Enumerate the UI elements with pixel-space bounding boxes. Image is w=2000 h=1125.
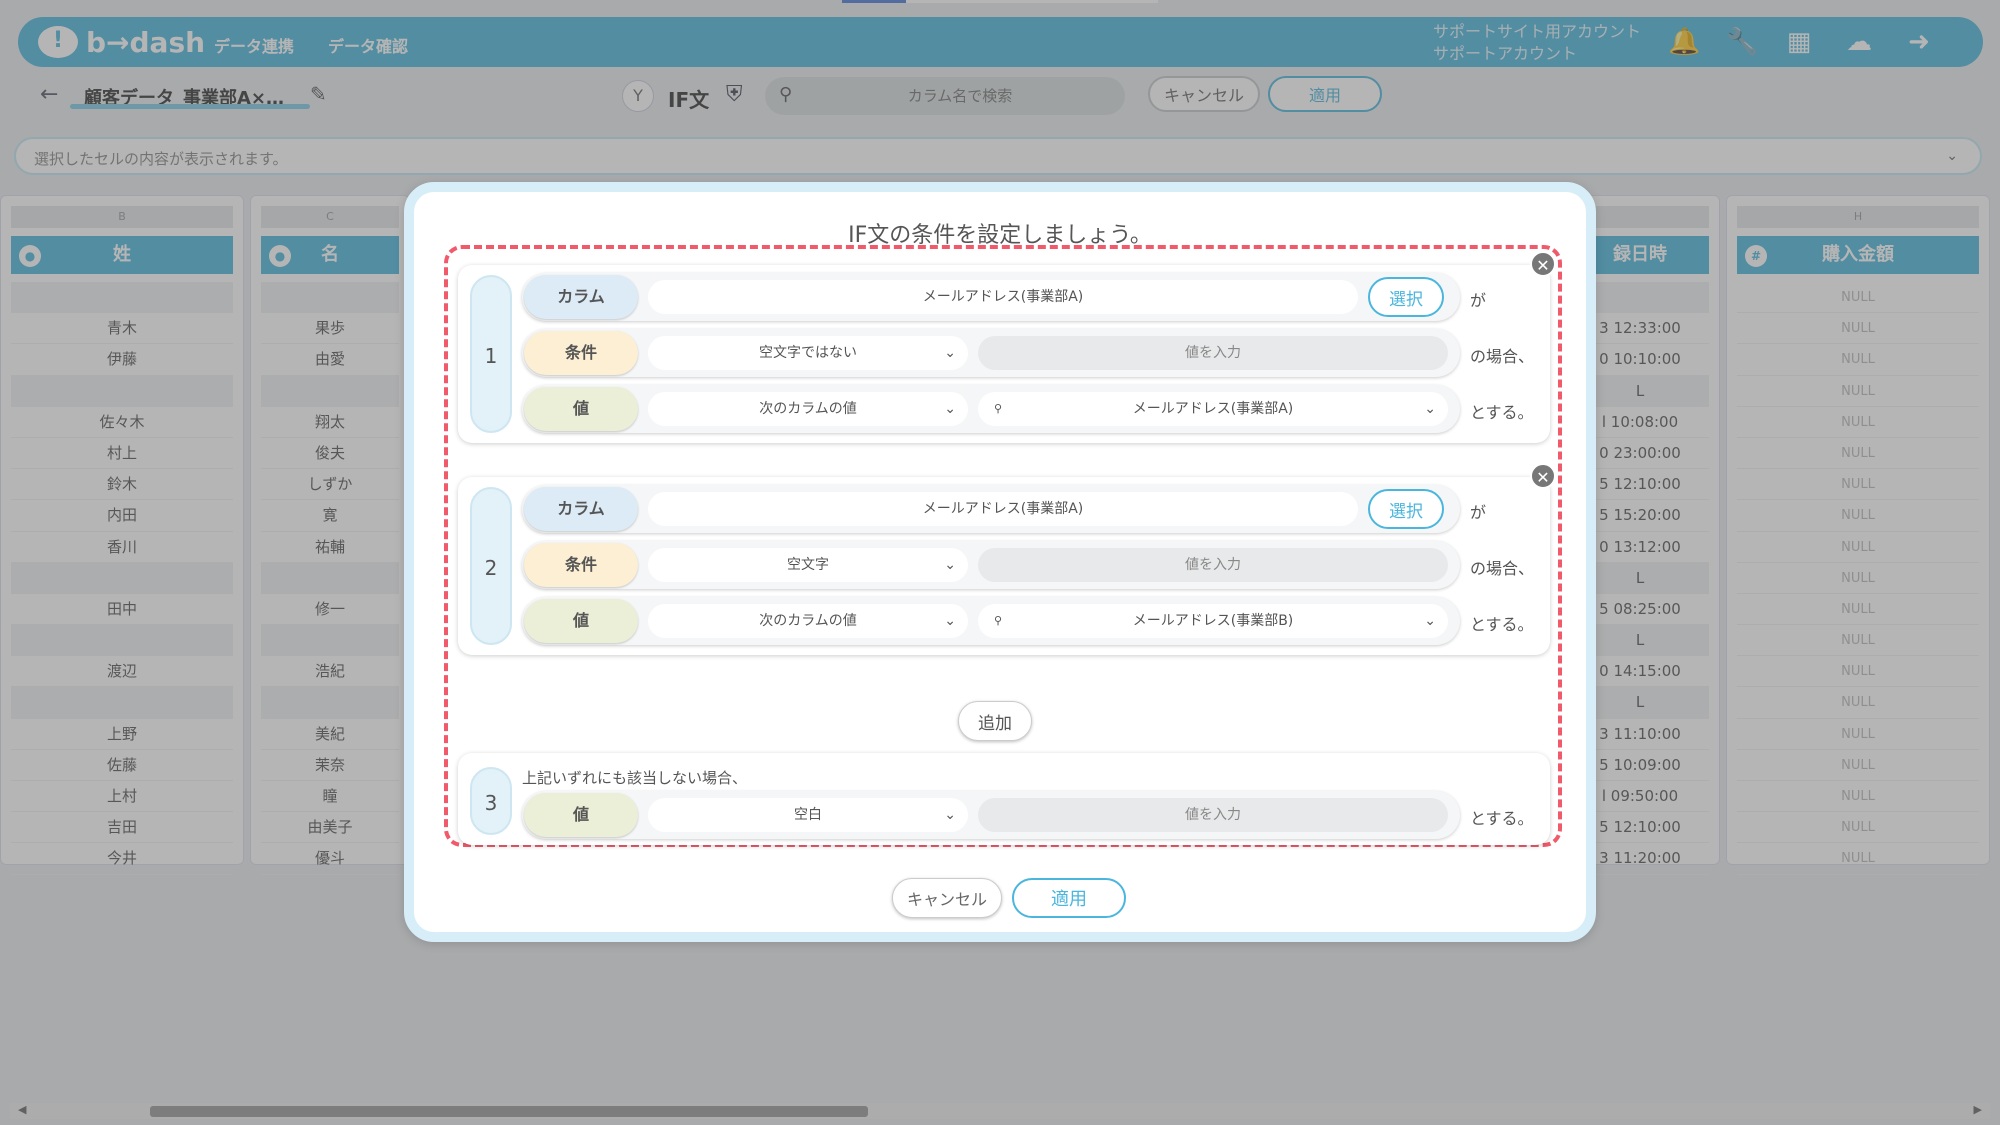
value-input[interactable]: 値を入力 — [978, 336, 1448, 370]
value-label: 値 — [524, 599, 638, 643]
condition-label: 条件 — [524, 331, 638, 375]
condition-row: 条件 空文字 ⌄ 値を入力 — [522, 541, 1460, 589]
suffix-suru: とする。 — [1470, 615, 1534, 634]
else-value-type-select[interactable]: 空白 ⌄ — [648, 798, 968, 832]
else-value-row: 値 空白 ⌄ 値を入力 — [522, 791, 1460, 839]
chevron-down-icon: ⌄ — [944, 807, 956, 823]
value-input[interactable]: 値を入力 — [978, 548, 1448, 582]
else-text: 上記いずれにも該当しない場合、 — [522, 769, 748, 787]
column-row: カラム メールアドレス(事業部A) 選択 — [522, 273, 1460, 321]
chevron-down-icon: ⌄ — [1424, 401, 1436, 417]
if-condition-dialog: IF文の条件を設定しましょう。 ✕ 1 カラム メールアドレス(事業部A) 選択… — [404, 182, 1596, 942]
value-row: 値 次のカラムの値 ⌄ ⚲ メールアドレス(事業部B) ⌄ — [522, 597, 1460, 645]
suffix-suru: とする。 — [1470, 403, 1534, 422]
value-type-select-value: 次のカラムの値 — [759, 613, 857, 629]
conditions-area: ✕ 1 カラム メールアドレス(事業部A) 選択 が 条件 空文字ではない ⌄ 値… — [444, 245, 1562, 847]
condition-row: 条件 空文字ではない ⌄ 値を入力 — [522, 329, 1460, 377]
condition-select-value: 空文字ではない — [759, 345, 857, 361]
else-block: 3 上記いずれにも該当しない場合、 値 空白 ⌄ 値を入力 とする。 — [458, 753, 1550, 845]
condition-number: 1 — [470, 275, 512, 433]
close-icon[interactable]: ✕ — [1530, 463, 1556, 489]
dialog-cancel-button[interactable]: キャンセル — [892, 878, 1002, 918]
close-icon[interactable]: ✕ — [1530, 251, 1556, 277]
add-condition-button[interactable]: 追加 — [958, 701, 1032, 741]
column-row: カラム メールアドレス(事業部A) 選択 — [522, 485, 1460, 533]
chevron-down-icon: ⌄ — [944, 557, 956, 573]
suffix-suru: とする。 — [1470, 809, 1534, 828]
select-column-button[interactable]: 選択 — [1368, 489, 1444, 529]
condition-select-value: 空文字 — [787, 557, 829, 573]
chevron-down-icon: ⌄ — [944, 613, 956, 629]
suffix-case: の場合、 — [1470, 559, 1535, 578]
search-icon: ⚲ — [994, 614, 1003, 627]
suffix-ga: が — [1470, 503, 1487, 522]
condition-number: 3 — [470, 767, 512, 835]
value-type-select[interactable]: 次のカラムの値 ⌄ — [648, 392, 968, 426]
chevron-down-icon: ⌄ — [944, 345, 956, 361]
value-row: 値 次のカラムの値 ⌄ ⚲ メールアドレス(事業部A) ⌄ — [522, 385, 1460, 433]
value-label: 値 — [524, 387, 638, 431]
condition-label: 条件 — [524, 543, 638, 587]
value-type-select-value: 次のカラムの値 — [759, 401, 857, 417]
condition-select[interactable]: 空文字 ⌄ — [648, 548, 968, 582]
condition-block-2: ✕ 2 カラム メールアドレス(事業部A) 選択 が 条件 空文字 ⌄ 値を入力 … — [458, 463, 1556, 655]
value-column-select-value: メールアドレス(事業部A) — [1132, 401, 1294, 417]
condition-block-1: ✕ 1 カラム メールアドレス(事業部A) 選択 が 条件 空文字ではない ⌄ 値… — [458, 251, 1556, 443]
search-icon: ⚲ — [994, 402, 1003, 415]
dialog-apply-button[interactable]: 適用 — [1012, 878, 1126, 918]
column-field[interactable]: メールアドレス(事業部A) — [648, 280, 1358, 314]
condition-select[interactable]: 空文字ではない ⌄ — [648, 336, 968, 370]
suffix-ga: が — [1470, 291, 1487, 310]
column-label: カラム — [524, 487, 638, 531]
else-value-input[interactable]: 値を入力 — [978, 798, 1448, 832]
chevron-down-icon: ⌄ — [944, 401, 956, 417]
column-label: カラム — [524, 275, 638, 319]
value-column-select[interactable]: ⚲ メールアドレス(事業部A) ⌄ — [978, 392, 1448, 426]
suffix-case: の場合、 — [1470, 347, 1535, 366]
value-column-select-value: メールアドレス(事業部B) — [1132, 613, 1294, 629]
select-column-button[interactable]: 選択 — [1368, 277, 1444, 317]
value-label: 値 — [524, 793, 638, 837]
else-value-type-value: 空白 — [794, 807, 822, 823]
value-column-select[interactable]: ⚲ メールアドレス(事業部B) ⌄ — [978, 604, 1448, 638]
chevron-down-icon: ⌄ — [1424, 613, 1436, 629]
column-field[interactable]: メールアドレス(事業部A) — [648, 492, 1358, 526]
condition-number: 2 — [470, 487, 512, 645]
value-type-select[interactable]: 次のカラムの値 ⌄ — [648, 604, 968, 638]
